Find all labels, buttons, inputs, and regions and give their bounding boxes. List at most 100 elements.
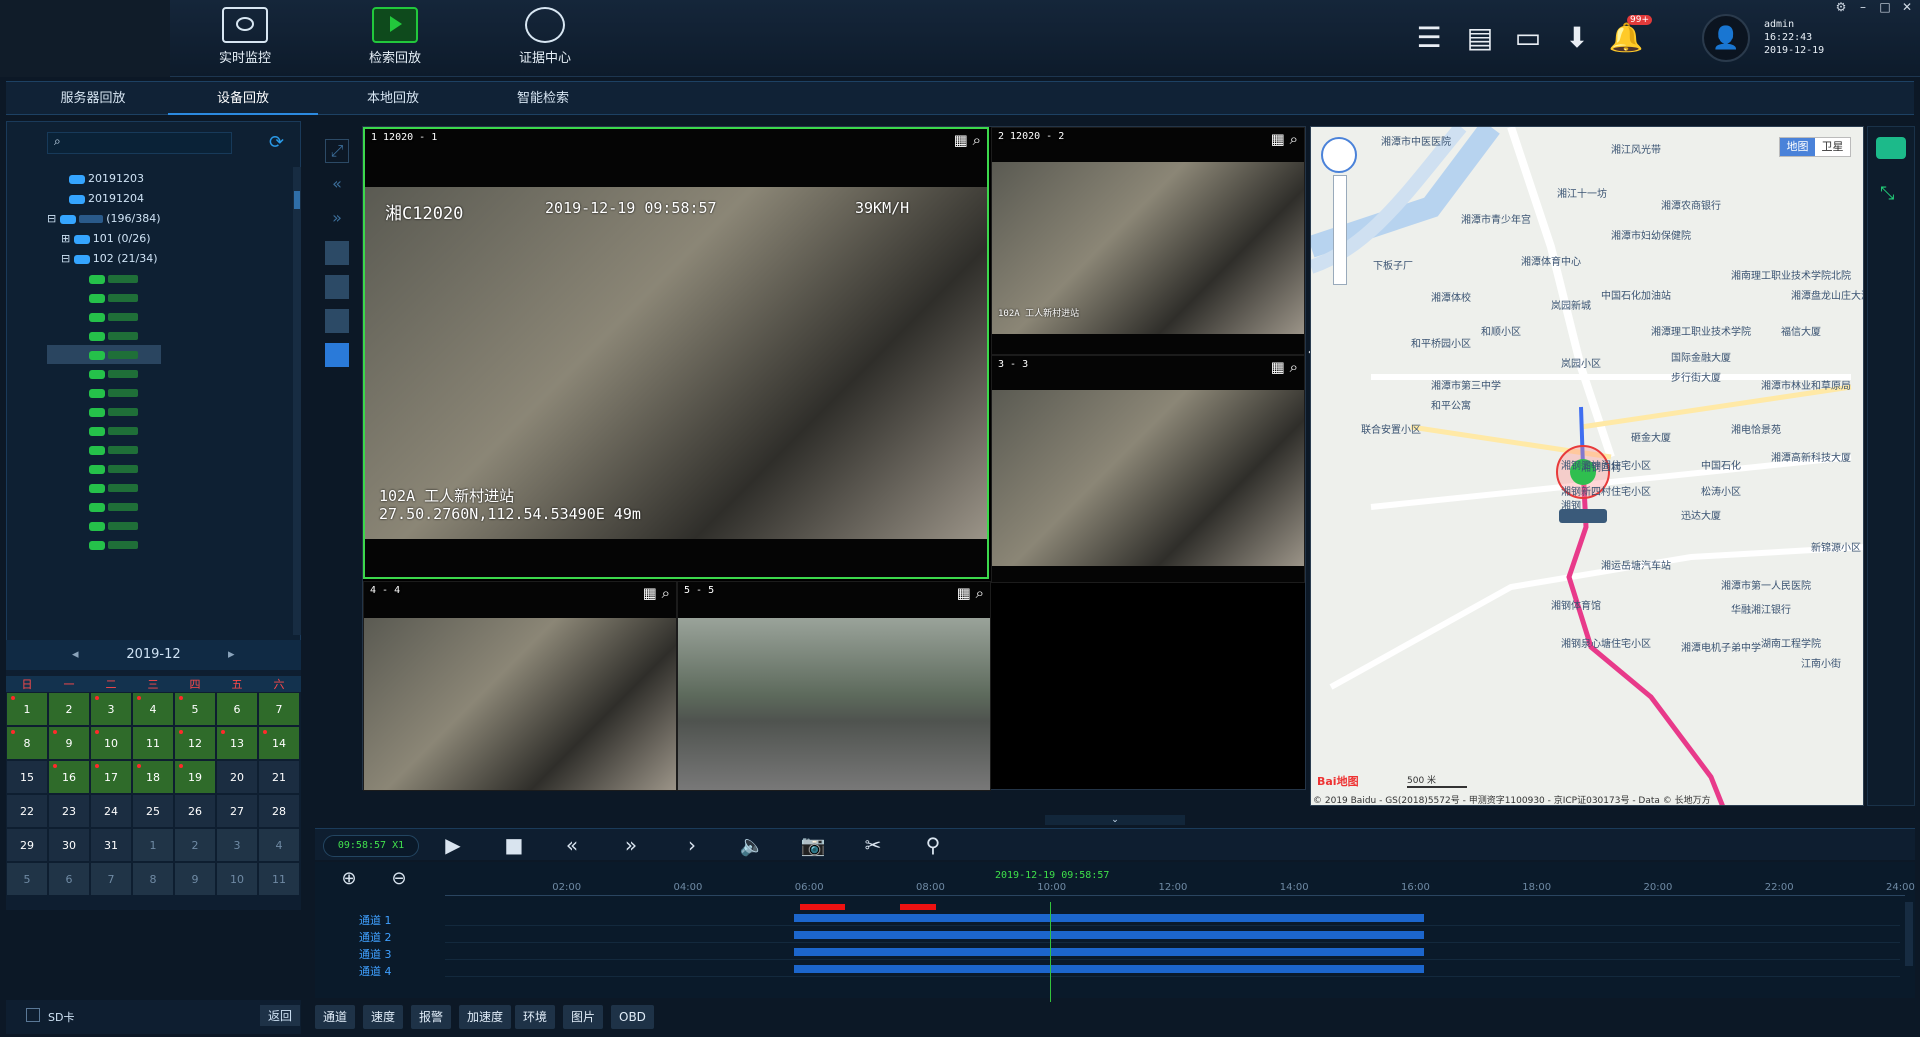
calendar-day[interactable]: 6 bbox=[48, 862, 90, 896]
tree-node-date[interactable]: 20191203 bbox=[47, 169, 161, 189]
tab-local-playback[interactable]: 本地回放 bbox=[318, 82, 468, 115]
recording-segment[interactable] bbox=[793, 931, 1425, 939]
timeline-channel-label[interactable]: 通道 4 bbox=[359, 963, 419, 979]
zoom-icon[interactable]: ⌕ bbox=[973, 131, 981, 149]
timeline[interactable]: ⊕ ⊖ 2019-12-19 09:58:57 02:00 04:00 06:00 0… bbox=[315, 862, 1915, 1002]
map-poi-label[interactable]: 湘南理工职业技术学院北院 bbox=[1731, 267, 1851, 282]
sd-checkbox[interactable] bbox=[26, 1008, 40, 1022]
fast-forward-icon[interactable]: » bbox=[617, 833, 645, 857]
refresh-icon[interactable]: ⟳ bbox=[269, 132, 284, 153]
minimize-icon[interactable]: – bbox=[1852, 0, 1874, 16]
data-tab[interactable]: 图片 bbox=[563, 1005, 604, 1029]
alarm-marker[interactable] bbox=[799, 904, 846, 910]
map-poi-label[interactable]: 湘潭高新科技大厦 bbox=[1771, 449, 1851, 464]
list-icon[interactable]: ☰ bbox=[1412, 20, 1446, 54]
zoom-out-icon[interactable]: ⊖ bbox=[383, 868, 415, 892]
map-poi-label[interactable]: 中国石化 bbox=[1701, 457, 1741, 472]
video-channel-5[interactable]: 5 - 5 ▦ ⌕ bbox=[677, 581, 991, 791]
map-poi-label[interactable]: 湘钢泉心塘住宅小区 bbox=[1561, 635, 1651, 650]
camera-icon[interactable]: 📷 bbox=[799, 833, 827, 857]
calendar-day[interactable]: 1 bbox=[6, 692, 48, 726]
calendar-day[interactable]: 3 bbox=[90, 692, 132, 726]
video-channel-2[interactable]: 2 12020 - 2 ▦ ⌕ 102A 工人新村进站 bbox=[991, 127, 1305, 355]
calendar-day[interactable]: 11 bbox=[258, 862, 300, 896]
calendar-day[interactable]: 3 bbox=[216, 828, 258, 862]
map-poi-label[interactable]: 和顺小区 bbox=[1481, 323, 1521, 338]
timeline-channel-label[interactable]: 通道 2 bbox=[359, 929, 419, 945]
vehicle-item[interactable] bbox=[47, 326, 161, 345]
map-poi-label[interactable]: 湘潭市林业和草原局 bbox=[1761, 377, 1851, 392]
tab-server-playback[interactable]: 服务器回放 bbox=[18, 82, 168, 115]
map-poi-label[interactable]: 新锦源小区 bbox=[1811, 539, 1861, 554]
map-type-satellite[interactable]: 卫星 bbox=[1815, 138, 1850, 156]
avatar[interactable]: 👤 bbox=[1702, 14, 1750, 62]
tab-device-playback[interactable]: 设备回放 bbox=[168, 82, 318, 115]
map-poi-label[interactable]: 湘江风光带 bbox=[1611, 141, 1661, 156]
calendar-day[interactable]: 29 bbox=[6, 828, 48, 862]
calendar-day[interactable]: 15 bbox=[6, 760, 48, 794]
document-icon[interactable]: ▤ bbox=[1463, 20, 1497, 54]
calendar-day[interactable]: 7 bbox=[258, 692, 300, 726]
map-poi-label[interactable]: 湘潭电机子弟中学 bbox=[1681, 639, 1761, 654]
map-poi-label[interactable]: 岚园新城 bbox=[1551, 297, 1591, 312]
data-tab[interactable]: OBD bbox=[611, 1005, 654, 1029]
rewind-icon[interactable]: « bbox=[558, 833, 586, 857]
vehicle-item[interactable] bbox=[47, 478, 161, 497]
map-poi-label[interactable]: 湘潭理工职业技术学院 bbox=[1651, 323, 1751, 338]
calendar-day[interactable]: 11 bbox=[132, 726, 174, 760]
vehicle-item[interactable] bbox=[47, 497, 161, 516]
calendar-day[interactable]: 22 bbox=[6, 794, 48, 828]
timeline-channel-label[interactable]: 通道 3 bbox=[359, 946, 419, 962]
timeline-scrollbar[interactable] bbox=[1905, 902, 1913, 966]
collapse-icon[interactable]: ⊟ bbox=[61, 252, 70, 265]
next-month-icon[interactable]: ▸ bbox=[228, 640, 235, 670]
map-poi-label[interactable]: 下板子厂 bbox=[1373, 257, 1413, 272]
calendar-day[interactable]: 18 bbox=[132, 760, 174, 794]
scissors-icon[interactable]: ✂ bbox=[859, 833, 887, 857]
scroll-thumb[interactable] bbox=[294, 191, 300, 209]
layout-icon[interactable]: ▦ bbox=[643, 584, 657, 602]
tree-node-group[interactable]: ⊟ (196/384) bbox=[47, 209, 161, 229]
vehicle-item[interactable] bbox=[47, 364, 161, 383]
tab-smart-search[interactable]: 智能检索 bbox=[468, 82, 618, 115]
vehicle-item[interactable] bbox=[47, 383, 161, 402]
calendar-day[interactable]: 21 bbox=[258, 760, 300, 794]
collapse-icon[interactable]: ⊟ bbox=[47, 212, 56, 225]
map-poi-label[interactable]: 湘潭市第三中学 bbox=[1431, 377, 1501, 392]
map-poi-label[interactable]: 湘潭农商银行 bbox=[1661, 197, 1721, 212]
timeline-channel-label[interactable]: 通道 1 bbox=[359, 912, 419, 928]
map-poi-label[interactable]: 湘潭盘龙山庄大酒店 bbox=[1791, 287, 1863, 302]
vehicle-item[interactable] bbox=[47, 269, 161, 288]
toolbar-realtime-monitor[interactable]: 实时监控 bbox=[185, 4, 305, 74]
layout-icon[interactable]: ▦ bbox=[1271, 130, 1285, 148]
data-tab[interactable]: 速度 bbox=[363, 1005, 404, 1029]
toolbar-playback-search[interactable]: 检索回放 bbox=[335, 4, 455, 74]
layout-1-icon[interactable] bbox=[325, 241, 349, 265]
map-poi-label[interactable]: 湖南工程学院 bbox=[1761, 635, 1821, 650]
location-pin-icon[interactable]: ⚲ bbox=[919, 833, 947, 857]
close-icon[interactable]: ✕ bbox=[1896, 0, 1918, 16]
data-tab[interactable]: 加速度 bbox=[459, 1005, 512, 1029]
layout-icon[interactable]: ▦ bbox=[1271, 358, 1285, 376]
map-poi-label[interactable]: 湘电恰景苑 bbox=[1731, 421, 1781, 436]
volume-icon[interactable]: 🔈 bbox=[738, 833, 766, 857]
vehicle-item[interactable] bbox=[47, 421, 161, 440]
map-poi-label[interactable]: 中国石化加油站 bbox=[1601, 287, 1671, 302]
layout-icon[interactable]: ▦ bbox=[957, 584, 971, 602]
zoom-slider[interactable] bbox=[1333, 175, 1347, 285]
calendar-day[interactable]: 1 bbox=[132, 828, 174, 862]
map-poi-label[interactable]: 步行街大厦 bbox=[1671, 369, 1721, 384]
timeline-track[interactable] bbox=[445, 961, 1900, 977]
vehicle-item[interactable] bbox=[47, 288, 161, 307]
back-button[interactable]: 返回 bbox=[260, 1005, 301, 1026]
map-poi-label[interactable]: 湘潭市第一人民医院 bbox=[1721, 577, 1811, 592]
download-icon[interactable]: ⬇ bbox=[1560, 20, 1594, 54]
search-input[interactable]: ⌕ bbox=[47, 132, 232, 154]
calendar-day[interactable]: 28 bbox=[258, 794, 300, 828]
video-channel-1[interactable]: 1 12020 - 1 ▦ ⌕ 湘C12020 2019-12-19 09:58… bbox=[363, 127, 989, 579]
calendar-day[interactable]: 23 bbox=[48, 794, 90, 828]
vehicle-item[interactable] bbox=[47, 440, 161, 459]
calendar-day[interactable]: 10 bbox=[216, 862, 258, 896]
zoom-icon[interactable]: ⌕ bbox=[662, 584, 670, 602]
timeline-track[interactable] bbox=[445, 927, 1900, 943]
